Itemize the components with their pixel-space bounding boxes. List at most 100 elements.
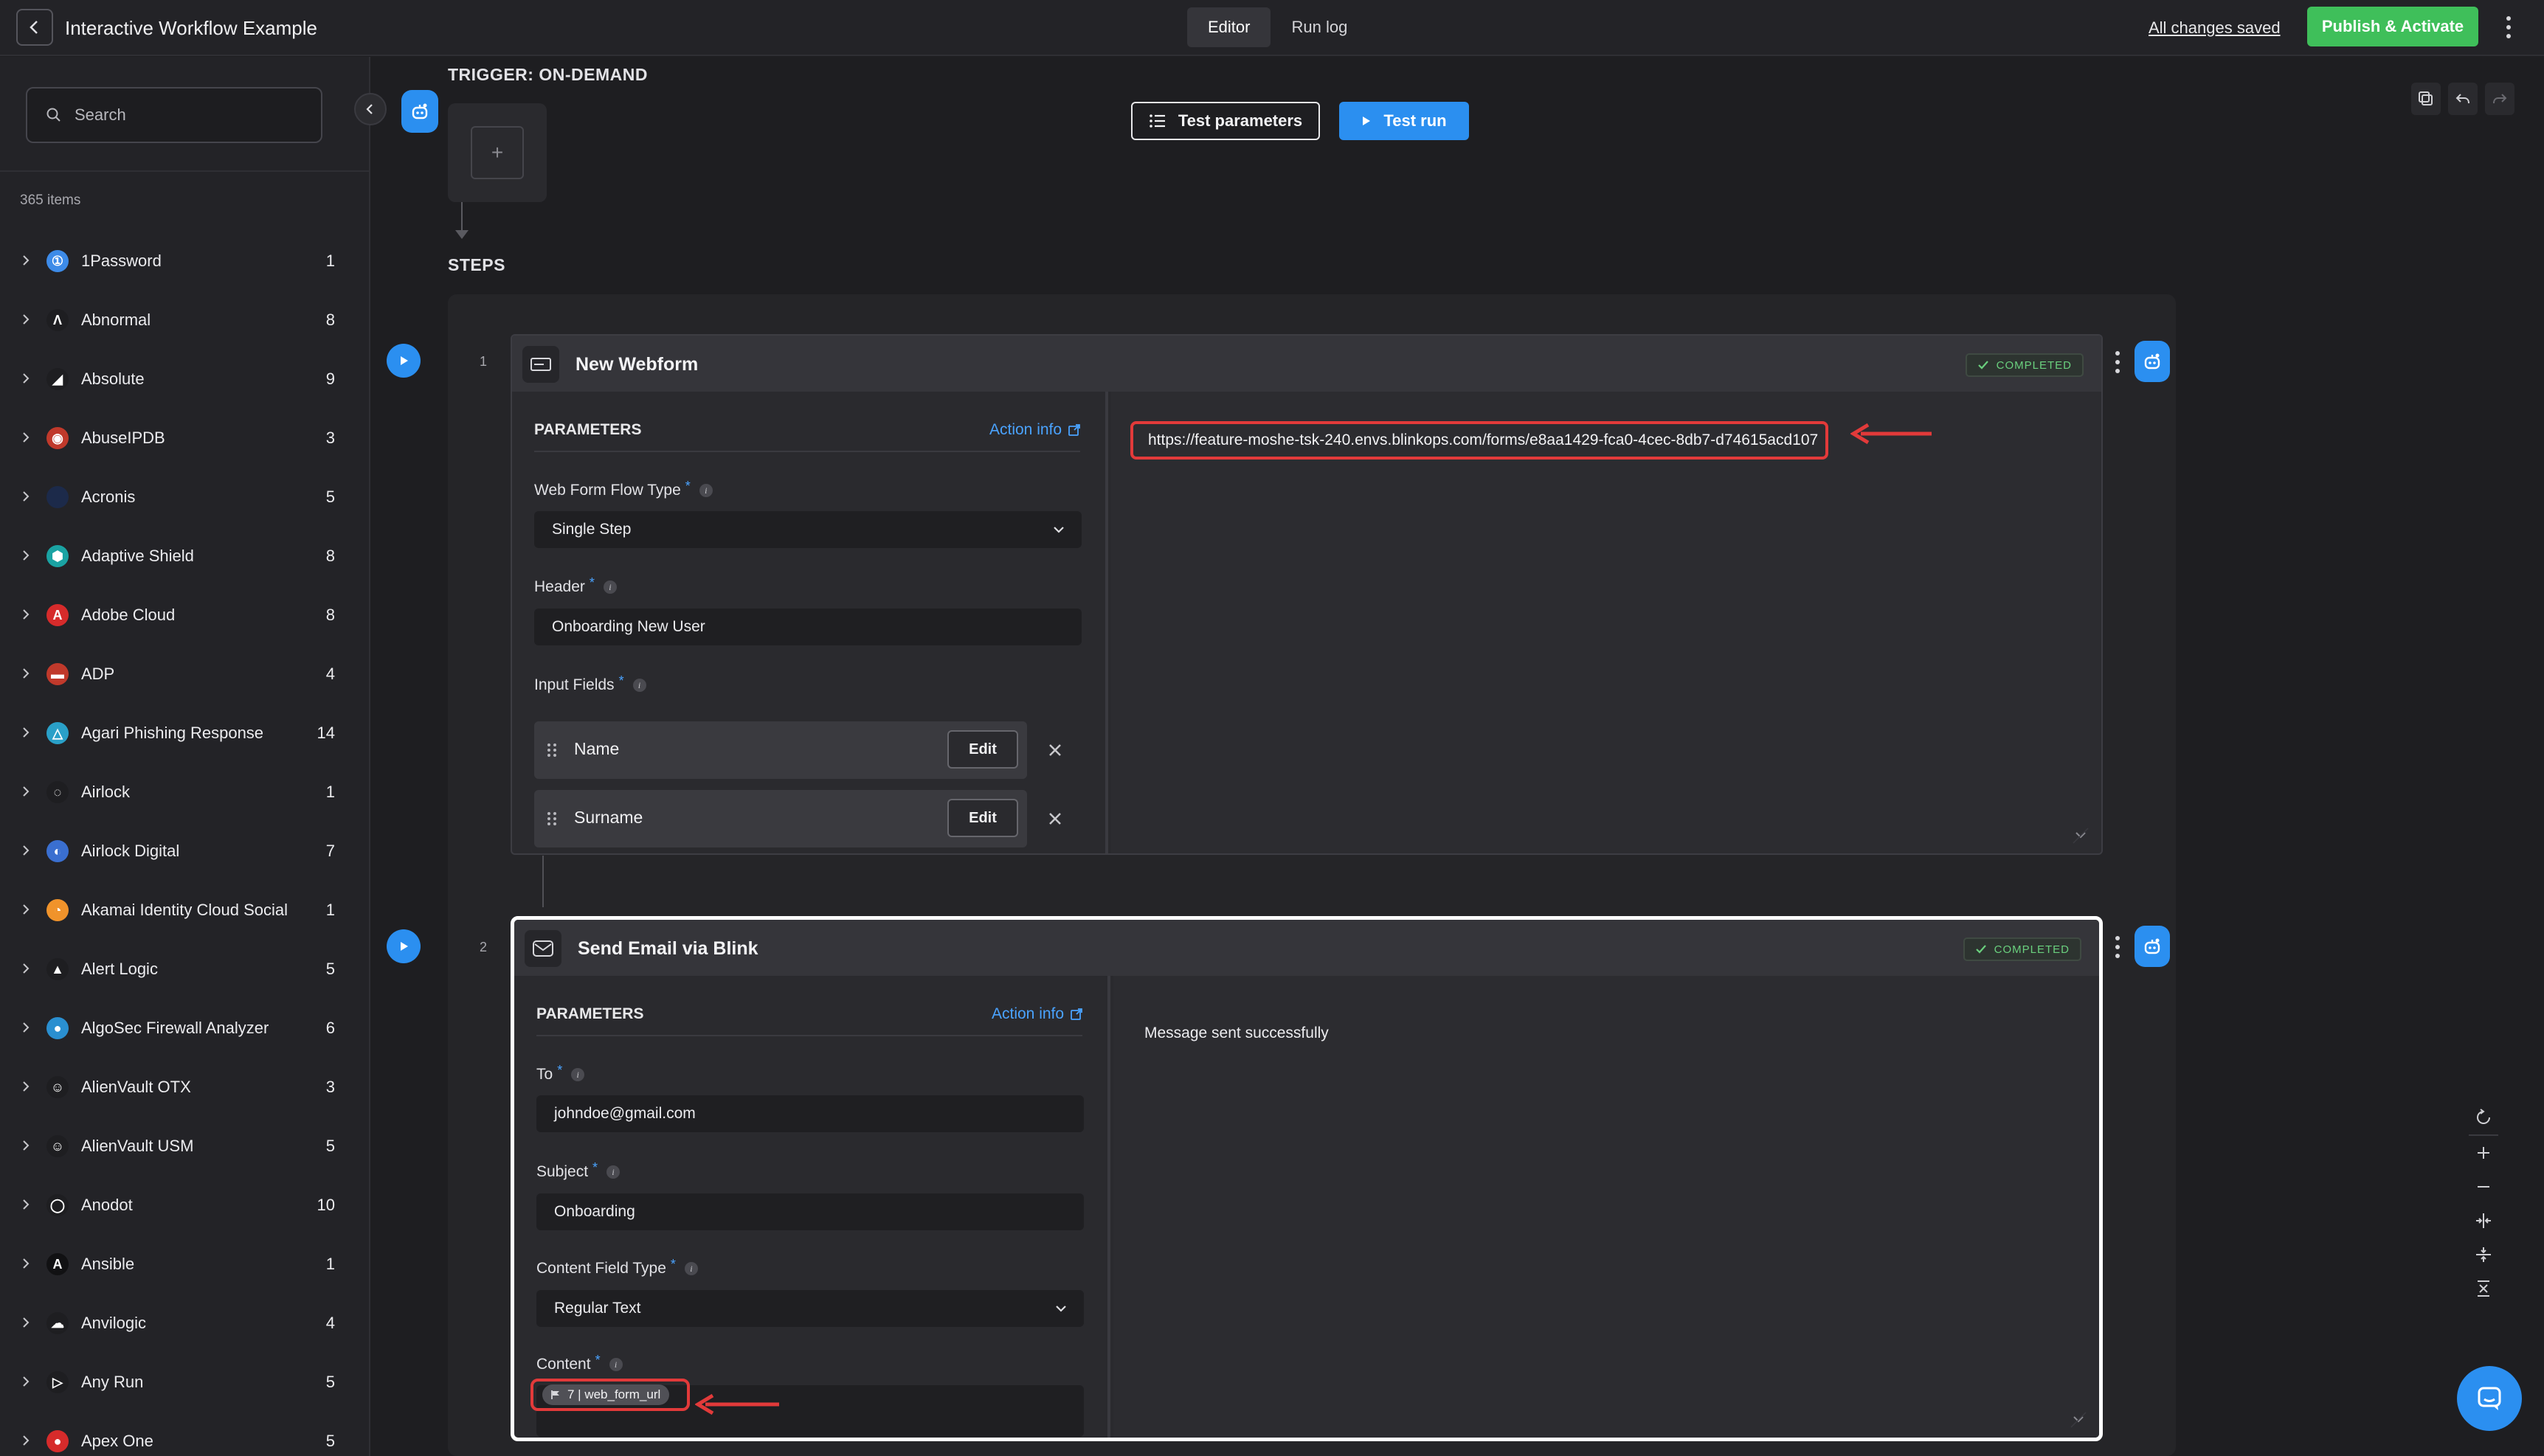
chevron-right-icon[interactable] xyxy=(20,430,32,445)
tab-run-log[interactable]: Run log xyxy=(1271,7,1368,47)
back-button[interactable] xyxy=(16,9,53,46)
chevron-right-icon[interactable] xyxy=(20,1374,32,1389)
sidebar-item[interactable]: ◔ Akamai Identity Cloud Social 1 xyxy=(0,880,369,939)
input-field-row[interactable]: Name Edit xyxy=(534,721,1027,779)
test-parameters-button[interactable]: Test parameters xyxy=(1131,102,1320,140)
sidebar-item[interactable]: ☺ AlienVault USM 5 xyxy=(0,1116,369,1175)
reset-view-button[interactable] xyxy=(2464,1100,2503,1134)
fit-width-button[interactable] xyxy=(2464,1204,2503,1238)
save-status-link[interactable]: All changes saved xyxy=(2149,13,2281,43)
tab-editor[interactable]: Editor xyxy=(1187,7,1271,47)
subject-input[interactable]: Onboarding xyxy=(536,1193,1084,1230)
integration-name: Adobe Cloud xyxy=(81,606,176,624)
to-input[interactable]: johndoe@gmail.com xyxy=(536,1095,1084,1132)
publish-activate-button[interactable]: Publish & Activate xyxy=(2307,7,2478,46)
input-field-row[interactable]: Surname Edit xyxy=(534,790,1027,847)
copy-button[interactable] xyxy=(2411,83,2441,115)
trigger-assistant-icon[interactable] xyxy=(401,90,438,133)
content-type-select[interactable]: Regular Text xyxy=(536,1290,1084,1327)
chat-support-button[interactable] xyxy=(2457,1366,2522,1431)
step-card-new-webform[interactable]: New Webform COMPLETED PARAMETERS Action … xyxy=(511,334,2103,855)
redo-button[interactable] xyxy=(2485,83,2514,115)
chevron-right-icon[interactable] xyxy=(20,312,32,327)
sidebar-item[interactable]: △ Agari Phishing Response 14 xyxy=(0,703,369,762)
chevron-right-icon[interactable] xyxy=(20,253,32,268)
sidebar-item[interactable]: ◯ Anodot 10 xyxy=(0,1175,369,1234)
test-run-button[interactable]: Test run xyxy=(1339,102,1469,140)
search-input[interactable] xyxy=(75,105,318,125)
chevron-left-icon xyxy=(30,21,38,34)
email-output: Message sent successfully xyxy=(1144,1025,1329,1041)
chevron-right-icon[interactable] xyxy=(20,371,32,386)
search-box[interactable] xyxy=(26,87,322,143)
close-icon[interactable] xyxy=(1045,740,1065,760)
sidebar-item[interactable]: ☁ Anvilogic 4 xyxy=(0,1293,369,1352)
sidebar-item[interactable]: ◌ Airlock 1 xyxy=(0,762,369,821)
sidebar-item[interactable]: A Ansible 1 xyxy=(0,1234,369,1293)
chevron-double-down-icon[interactable] xyxy=(2070,1411,2087,1429)
step-2-more-icon[interactable] xyxy=(2110,929,2125,966)
action-info-link[interactable]: Action info xyxy=(992,1005,1083,1023)
sidebar-item[interactable]: ● AlgoSec Firewall Analyzer 6 xyxy=(0,998,369,1057)
to-value: johndoe@gmail.com xyxy=(554,1105,696,1122)
sidebar-item[interactable]: ◐ Airlock Digital 7 xyxy=(0,821,369,880)
more-menu-icon[interactable] xyxy=(2500,9,2517,46)
close-icon[interactable] xyxy=(1045,808,1065,829)
step-1-assistant-icon[interactable] xyxy=(2135,341,2170,382)
chevron-right-icon[interactable] xyxy=(20,843,32,858)
sidebar-item[interactable]: ▬ ADP 4 xyxy=(0,644,369,703)
chevron-right-icon[interactable] xyxy=(20,902,32,917)
run-step-2-button[interactable] xyxy=(387,929,421,963)
step-2-assistant-icon[interactable] xyxy=(2135,926,2170,967)
sidebar-item[interactable]: Λ Abnormal 8 xyxy=(0,290,369,349)
chevron-right-icon[interactable] xyxy=(20,607,32,622)
chevron-right-icon[interactable] xyxy=(20,548,32,563)
chevron-right-icon[interactable] xyxy=(20,1433,32,1448)
integration-logo-icon xyxy=(46,486,69,508)
integration-name: AbuseIPDB xyxy=(81,429,165,447)
variable-chip[interactable]: 7 | web_form_url xyxy=(542,1384,670,1405)
step-1-more-icon[interactable] xyxy=(2110,344,2125,381)
edit-button[interactable]: Edit xyxy=(947,730,1018,769)
add-trigger-button[interactable]: + xyxy=(471,126,524,179)
play-icon xyxy=(1363,117,1371,125)
chevron-right-icon[interactable] xyxy=(20,1256,32,1271)
sidebar-item[interactable]: ▷ Any Run 5 xyxy=(0,1352,369,1411)
fit-height-button[interactable] xyxy=(2464,1238,2503,1272)
integration-count: 4 xyxy=(325,665,335,683)
chevron-right-icon[interactable] xyxy=(20,784,32,799)
zoom-out-button[interactable] xyxy=(2464,1170,2503,1204)
sidebar-item[interactable]: ▲ Alert Logic 5 xyxy=(0,939,369,998)
sidebar-item[interactable]: ⬢ Adaptive Shield 8 xyxy=(0,526,369,585)
header-input[interactable]: Onboarding New User xyxy=(534,609,1082,645)
sidebar-item[interactable]: ☺ AlienVault OTX 3 xyxy=(0,1057,369,1116)
step-card-send-email[interactable]: Send Email via Blink COMPLETED PARAMETER… xyxy=(511,916,2103,1441)
drag-handle-icon[interactable] xyxy=(546,811,558,827)
chevron-right-icon[interactable] xyxy=(20,1138,32,1153)
undo-button[interactable] xyxy=(2448,83,2478,115)
chevron-right-icon[interactable] xyxy=(20,1020,32,1035)
content-variable-highlight: 7 | web_form_url xyxy=(530,1379,690,1411)
chevron-right-icon[interactable] xyxy=(20,961,32,976)
sidebar-item[interactable]: ① 1Password 1 xyxy=(0,231,369,290)
sidebar-item[interactable]: Acronis 5 xyxy=(0,467,369,526)
sidebar-item[interactable]: ◢ Absolute 9 xyxy=(0,349,369,408)
chevron-double-down-icon[interactable] xyxy=(2072,827,2090,845)
chevron-right-icon[interactable] xyxy=(20,1079,32,1094)
zoom-in-button[interactable] xyxy=(2464,1136,2503,1170)
sidebar-item[interactable]: A Adobe Cloud 8 xyxy=(0,585,369,644)
collapse-all-button[interactable] xyxy=(2464,1272,2503,1306)
chevron-right-icon[interactable] xyxy=(20,1315,32,1330)
drag-handle-icon[interactable] xyxy=(546,742,558,758)
sidebar-item[interactable]: ◉ AbuseIPDB 3 xyxy=(0,408,369,467)
sidebar-item[interactable]: ● Apex One 5 xyxy=(0,1411,369,1456)
chevron-right-icon[interactable] xyxy=(20,666,32,681)
chevron-right-icon[interactable] xyxy=(20,1197,32,1212)
edit-button[interactable]: Edit xyxy=(947,799,1018,837)
action-info-link[interactable]: Action info xyxy=(989,421,1081,439)
collapse-sidebar-button[interactable] xyxy=(354,93,387,125)
chevron-right-icon[interactable] xyxy=(20,725,32,740)
run-step-1-button[interactable] xyxy=(387,344,421,378)
chevron-right-icon[interactable] xyxy=(20,489,32,504)
flow-type-select[interactable]: Single Step xyxy=(534,511,1082,548)
